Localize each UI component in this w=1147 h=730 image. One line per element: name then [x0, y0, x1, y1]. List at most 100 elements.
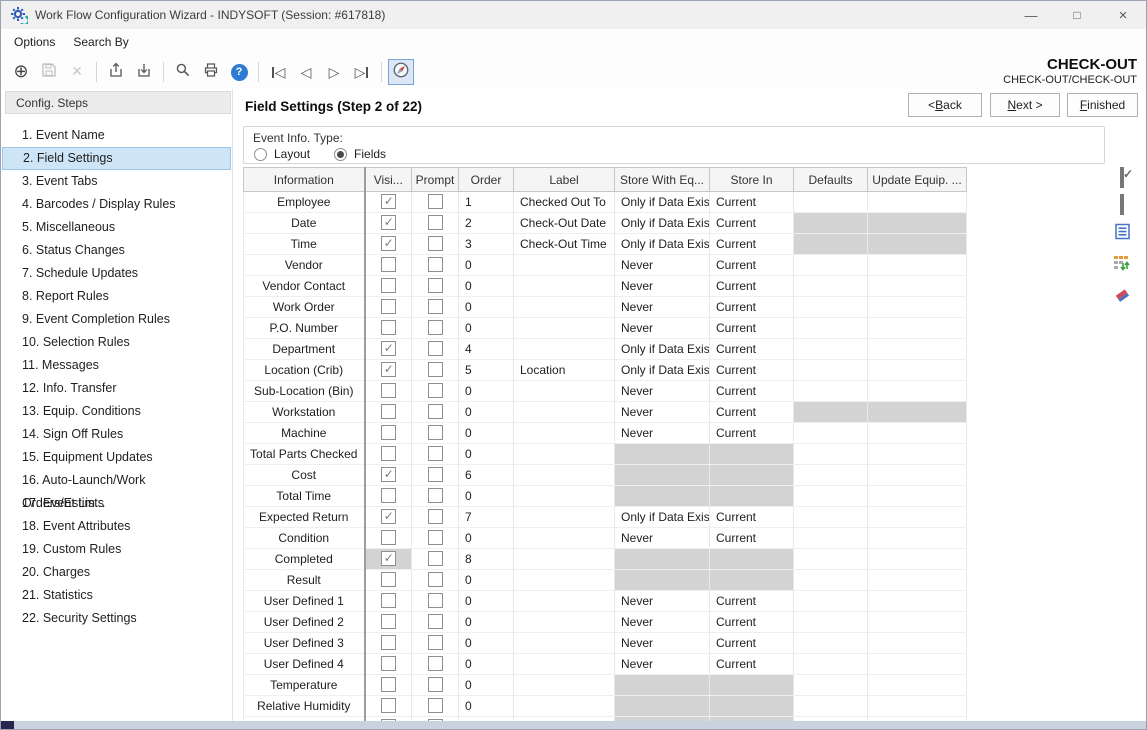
cell-label[interactable]	[514, 465, 615, 486]
cell-update-equip[interactable]	[868, 381, 967, 402]
cell-order[interactable]: 0	[459, 402, 514, 423]
sidebar-item-step-3[interactable]: 3. Event Tabs	[1, 170, 232, 193]
menu-item-search-by[interactable]: Search By	[64, 31, 137, 53]
export-button[interactable]	[103, 59, 129, 85]
cell-update-equip[interactable]	[868, 696, 967, 717]
sidebar-item-step-11[interactable]: 11. Messages	[1, 354, 232, 377]
cell-update-equip[interactable]	[868, 255, 967, 276]
sidebar-item-step-9[interactable]: 9. Event Completion Rules	[1, 308, 232, 331]
cell-store-with[interactable]: Only if Data Exists	[615, 360, 710, 381]
cell-visible[interactable]	[365, 423, 412, 444]
cell-order[interactable]: 0	[459, 675, 514, 696]
uncheck-all-button[interactable]	[1120, 196, 1124, 214]
cell-label[interactable]	[514, 570, 615, 591]
cell-store-in[interactable]: Current	[710, 654, 794, 675]
cell-prompt[interactable]	[412, 213, 459, 234]
cell-store-in[interactable]: Current	[710, 423, 794, 444]
cell-order[interactable]: 1	[459, 192, 514, 213]
cell-information[interactable]: Relative Humidity	[244, 696, 365, 717]
cell-prompt[interactable]	[412, 570, 459, 591]
cell-update-equip[interactable]	[868, 654, 967, 675]
cell-visible[interactable]	[365, 507, 412, 528]
next-button[interactable]: Next >	[990, 93, 1060, 117]
cell-information[interactable]: Vendor Contact	[244, 276, 365, 297]
cell-defaults[interactable]	[794, 360, 868, 381]
cell-defaults[interactable]	[794, 549, 868, 570]
prompt-checkbox[interactable]	[428, 593, 443, 608]
cell-store-in[interactable]: Current	[710, 192, 794, 213]
finished-button[interactable]: Finished	[1067, 93, 1138, 117]
compass-button[interactable]	[388, 59, 414, 85]
cell-update-equip[interactable]	[868, 528, 967, 549]
cell-prompt[interactable]	[412, 507, 459, 528]
cell-store-in[interactable]: Current	[710, 507, 794, 528]
visible-checkbox[interactable]	[381, 677, 396, 692]
visible-checkbox[interactable]	[381, 614, 396, 629]
visible-checkbox[interactable]	[381, 509, 396, 524]
cell-prompt[interactable]	[412, 318, 459, 339]
sidebar-item-step-1[interactable]: 1. Event Name	[1, 124, 232, 147]
column-header-label[interactable]: Label	[514, 168, 615, 192]
cell-update-equip[interactable]	[868, 318, 967, 339]
cell-defaults[interactable]	[794, 297, 868, 318]
cell-label[interactable]	[514, 339, 615, 360]
cell-order[interactable]: 7	[459, 507, 514, 528]
visible-checkbox[interactable]	[381, 236, 396, 251]
prompt-checkbox[interactable]	[428, 425, 443, 440]
cell-visible[interactable]	[365, 486, 412, 507]
cell-defaults[interactable]	[794, 570, 868, 591]
visible-checkbox[interactable]	[381, 551, 396, 566]
cell-information[interactable]: P.O. Number	[244, 318, 365, 339]
column-header-defaults[interactable]: Defaults	[794, 168, 868, 192]
cell-defaults[interactable]	[794, 507, 868, 528]
cell-label[interactable]	[514, 444, 615, 465]
sidebar-item-step-8[interactable]: 8. Report Rules	[1, 285, 232, 308]
visible-checkbox[interactable]	[381, 467, 396, 482]
cell-information[interactable]: Vendor	[244, 255, 365, 276]
cell-visible[interactable]	[365, 381, 412, 402]
cell-order[interactable]: 0	[459, 318, 514, 339]
sidebar-item-step-12[interactable]: 12. Info. Transfer	[1, 377, 232, 400]
cell-order[interactable]: 0	[459, 612, 514, 633]
cell-visible[interactable]	[365, 675, 412, 696]
visible-checkbox[interactable]	[381, 362, 396, 377]
renumber-grid-button[interactable]	[1113, 254, 1131, 277]
sidebar-item-step-5[interactable]: 5. Miscellaneous	[1, 216, 232, 239]
cell-visible[interactable]	[365, 528, 412, 549]
cell-defaults[interactable]	[794, 486, 868, 507]
prompt-checkbox[interactable]	[428, 698, 443, 713]
search-button[interactable]	[170, 59, 196, 85]
cell-store-with[interactable]: Never	[615, 654, 710, 675]
cell-information[interactable]: Machine	[244, 423, 365, 444]
cell-label[interactable]	[514, 297, 615, 318]
cell-defaults[interactable]	[794, 255, 868, 276]
prompt-checkbox[interactable]	[428, 299, 443, 314]
sidebar-item-step-17[interactable]: 17. Event Lists	[1, 492, 232, 515]
cell-defaults[interactable]	[794, 192, 868, 213]
column-header-visible[interactable]: Visi...	[365, 168, 412, 192]
cell-order[interactable]: 2	[459, 213, 514, 234]
cell-update-equip[interactable]	[868, 570, 967, 591]
cell-order[interactable]: 0	[459, 528, 514, 549]
cell-label[interactable]: Checked Out To	[514, 192, 615, 213]
cell-store-in[interactable]: Current	[710, 633, 794, 654]
cell-order[interactable]: 4	[459, 339, 514, 360]
cell-label[interactable]	[514, 633, 615, 654]
cell-defaults[interactable]	[794, 654, 868, 675]
cell-store-with[interactable]: Only if Data Exists	[615, 339, 710, 360]
delete-button[interactable]: ×	[64, 59, 90, 85]
sidebar-item-step-7[interactable]: 7. Schedule Updates	[1, 262, 232, 285]
prompt-checkbox[interactable]	[428, 467, 443, 482]
cell-store-with[interactable]: Never	[615, 612, 710, 633]
cell-label[interactable]	[514, 696, 615, 717]
visible-checkbox[interactable]	[381, 404, 396, 419]
cell-update-equip[interactable]	[868, 591, 967, 612]
sidebar-item-step-6[interactable]: 6. Status Changes	[1, 239, 232, 262]
cell-defaults[interactable]	[794, 444, 868, 465]
cell-update-equip[interactable]	[868, 486, 967, 507]
sidebar-item-step-13[interactable]: 13. Equip. Conditions	[1, 400, 232, 423]
add-button[interactable]: ⊕	[8, 59, 34, 85]
cell-information[interactable]: Condition	[244, 528, 365, 549]
cell-order[interactable]: 0	[459, 444, 514, 465]
cell-visible[interactable]	[365, 696, 412, 717]
